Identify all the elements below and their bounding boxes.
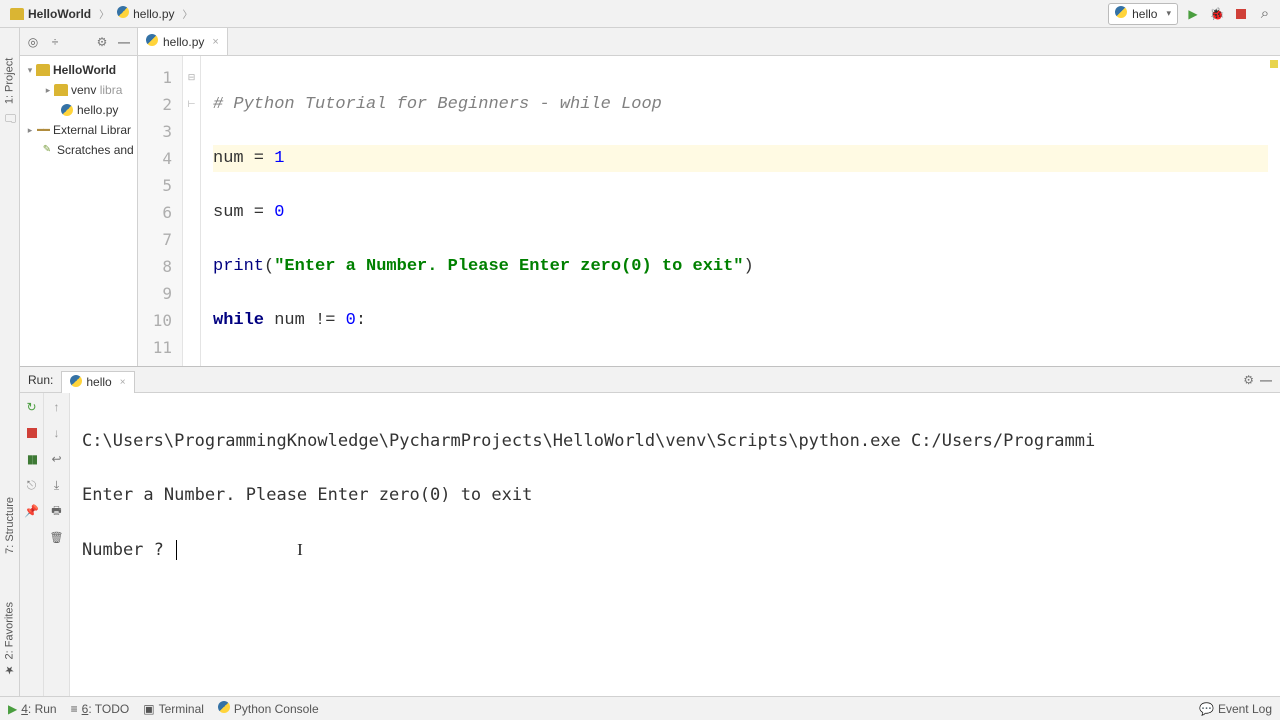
editor: hello.py × 1234567891011 ⊟⊢ # Python Tut… bbox=[138, 28, 1280, 366]
up-button[interactable] bbox=[49, 399, 65, 415]
debug-button[interactable]: 🐞 bbox=[1208, 5, 1226, 23]
expand-icon[interactable]: ▸ bbox=[24, 120, 36, 140]
top-toolbar: HelloWorld 〉 hello.py 〉 hello ▾ ▶ 🐞 bbox=[0, 0, 1280, 28]
stop-button[interactable] bbox=[24, 425, 40, 441]
minimize-icon[interactable] bbox=[1260, 373, 1272, 387]
run-tool-window: Run: hello × ↻ ▮▮ bbox=[20, 366, 1280, 696]
tree-external-libs[interactable]: ▸ External Librar bbox=[20, 120, 137, 140]
down-button[interactable] bbox=[49, 425, 65, 441]
python-file-icon bbox=[60, 103, 74, 117]
close-icon[interactable]: × bbox=[120, 377, 126, 388]
console-output[interactable]: C:\Users\ProgrammingKnowledge\PycharmPro… bbox=[70, 393, 1280, 696]
status-event-log[interactable]: 💬Event Log bbox=[1199, 702, 1272, 716]
breadcrumb-project[interactable]: HelloWorld bbox=[6, 5, 95, 23]
folder-icon bbox=[54, 84, 68, 96]
scratch-icon bbox=[40, 143, 54, 157]
status-python-console-tab[interactable]: Python Console bbox=[218, 701, 319, 716]
gutter: 1234567891011 bbox=[138, 56, 183, 366]
python-file-icon bbox=[146, 34, 158, 49]
status-bar: ▶4: Run ≡6: TODO ▣Terminal Python Consol… bbox=[0, 696, 1280, 720]
search-icon[interactable] bbox=[1256, 5, 1274, 23]
rerun-button[interactable]: ↻ bbox=[24, 399, 40, 415]
tree-scratches[interactable]: Scratches and bbox=[20, 140, 137, 160]
gear-icon[interactable] bbox=[95, 35, 109, 49]
breadcrumb: HelloWorld 〉 hello.py 〉 bbox=[6, 4, 195, 23]
gear-icon[interactable] bbox=[1243, 373, 1254, 387]
code-area[interactable]: # Python Tutorial for Beginners - while … bbox=[201, 56, 1280, 366]
pin-button[interactable]: 📌 bbox=[24, 503, 40, 519]
stop-button[interactable] bbox=[1232, 5, 1250, 23]
python-file-icon bbox=[70, 375, 82, 390]
editor-body[interactable]: 1234567891011 ⊟⊢ # Python Tutorial for B… bbox=[138, 56, 1280, 366]
clear-button[interactable] bbox=[49, 529, 65, 545]
left-tool-stripe: 🗀1: Project 7: Structure ★2: Favorites bbox=[0, 28, 20, 696]
close-icon[interactable]: × bbox=[212, 36, 218, 48]
tree-file-hello[interactable]: hello.py bbox=[20, 100, 137, 120]
chevron-right-icon: 〉 bbox=[99, 6, 109, 21]
folder-icon bbox=[36, 64, 50, 76]
python-file-icon bbox=[1115, 6, 1127, 21]
status-run-tab[interactable]: ▶4: Run bbox=[8, 702, 57, 716]
python-file-icon bbox=[117, 6, 129, 21]
scroll-to-end-button[interactable] bbox=[49, 477, 65, 493]
expand-icon[interactable]: ▾ bbox=[24, 60, 36, 80]
python-icon bbox=[218, 701, 230, 716]
minimize-icon[interactable] bbox=[117, 35, 131, 49]
run-config-selector[interactable]: hello ▾ bbox=[1108, 3, 1178, 25]
soft-wrap-button[interactable] bbox=[49, 451, 65, 467]
run-tab-hello[interactable]: hello × bbox=[61, 371, 134, 393]
structure-tool-tab[interactable]: 7: Structure bbox=[4, 497, 16, 554]
editor-tab-hello[interactable]: hello.py × bbox=[138, 28, 228, 55]
run-left-toolbar: ↻ ▮▮ ⎋ 📌 bbox=[20, 393, 44, 696]
breadcrumb-file[interactable]: hello.py bbox=[113, 4, 178, 23]
tree-root[interactable]: ▾ HelloWorld bbox=[20, 60, 137, 80]
exit-button[interactable]: ⎋ bbox=[24, 477, 40, 493]
run-panel-title: Run: bbox=[28, 373, 53, 387]
target-icon[interactable]: ◎ bbox=[26, 35, 40, 49]
run-button[interactable]: ▶ bbox=[1184, 5, 1202, 23]
error-stripe-marker[interactable] bbox=[1270, 60, 1278, 68]
expand-icon[interactable]: ▸ bbox=[42, 80, 54, 100]
project-toolbar: ◎ ÷ bbox=[20, 28, 137, 56]
status-terminal-tab[interactable]: ▣Terminal bbox=[143, 702, 204, 716]
run-left-toolbar-2 bbox=[44, 393, 70, 696]
fold-column: ⊟⊢ bbox=[183, 56, 201, 366]
pause-button[interactable]: ▮▮ bbox=[24, 451, 40, 467]
folder-icon bbox=[10, 8, 24, 20]
project-tree-panel: ◎ ÷ ▾ HelloWorld ▸ bbox=[20, 28, 138, 366]
chevron-down-icon: ▾ bbox=[1166, 8, 1171, 19]
status-todo-tab[interactable]: ≡6: TODO bbox=[71, 702, 130, 716]
text-caret bbox=[176, 540, 177, 560]
editor-tabs: hello.py × bbox=[138, 28, 1280, 56]
project-tool-tab[interactable]: 🗀1: Project bbox=[0, 58, 19, 127]
print-button[interactable] bbox=[49, 503, 65, 519]
collapse-icon[interactable]: ÷ bbox=[48, 35, 62, 49]
favorites-tool-tab[interactable]: ★2: Favorites bbox=[3, 602, 16, 676]
library-icon bbox=[36, 123, 50, 137]
tree-venv[interactable]: ▸ venv libra bbox=[20, 80, 137, 100]
chevron-right-icon: 〉 bbox=[183, 6, 193, 21]
